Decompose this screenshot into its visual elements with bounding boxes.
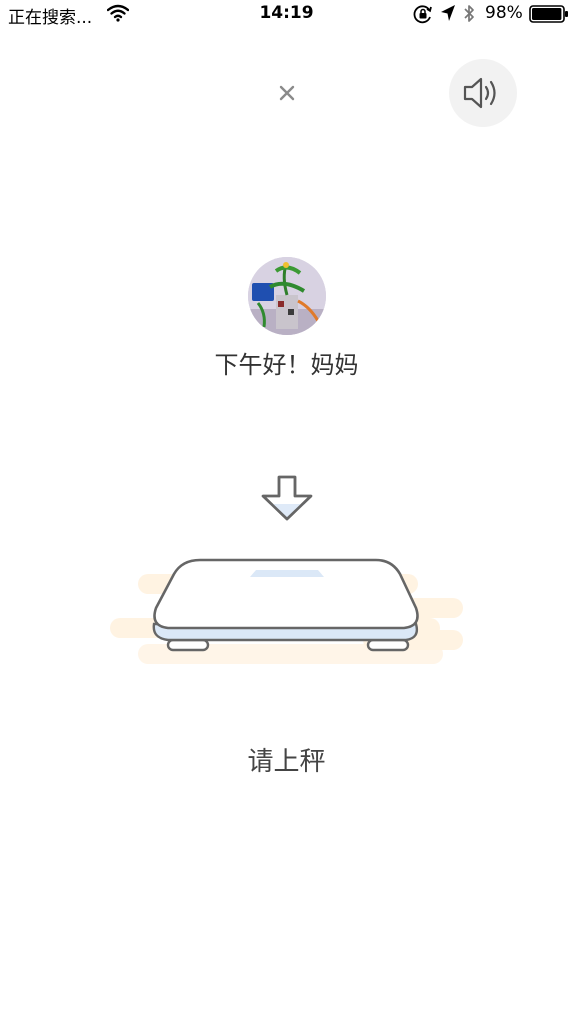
user-avatar[interactable] bbox=[248, 257, 326, 335]
location-arrow-icon bbox=[441, 5, 455, 21]
battery-icon bbox=[529, 5, 568, 23]
sound-toggle-button[interactable] bbox=[449, 59, 517, 127]
bathroom-scale-icon bbox=[110, 558, 463, 664]
arrow-down-icon bbox=[261, 475, 313, 521]
status-bar: 正在搜索... 14:19 98% bbox=[0, 0, 573, 28]
close-button[interactable] bbox=[270, 76, 304, 110]
battery-percentage: 98% bbox=[485, 3, 523, 23]
step-on-scale-instruction: 请上秤 bbox=[247, 747, 326, 777]
rotation-lock-icon bbox=[413, 5, 432, 24]
speaker-volume-icon bbox=[463, 77, 496, 109]
weigh-in-screen: 正在搜索... 14:19 98% 下午好！妈妈 请上秤 bbox=[0, 0, 573, 1023]
avatar-photo bbox=[248, 257, 326, 335]
close-icon bbox=[279, 85, 295, 101]
greeting-text: 下午好！妈妈 bbox=[214, 351, 359, 379]
bluetooth-icon bbox=[464, 5, 474, 22]
